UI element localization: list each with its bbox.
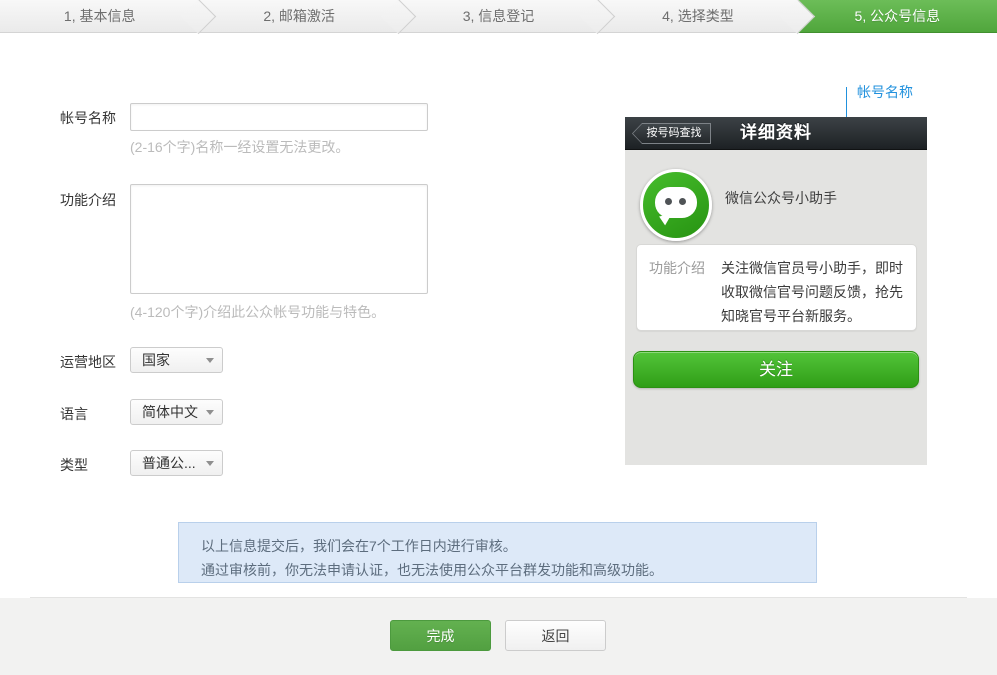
step-label: 1, 基本信息 <box>0 0 199 32</box>
step-label: 4, 选择类型 <box>598 0 797 32</box>
preview-intro-label: 功能介绍 <box>649 256 711 330</box>
type-dropdown[interactable]: 普通公... <box>130 450 223 476</box>
step-bar: 1, 基本信息 2, 邮箱激活 3, 信息登记 4, 选择类型 5, 公众号信息 <box>0 0 997 33</box>
language-label: 语言 <box>60 404 88 424</box>
preview-intro-text: 关注微信官员号小助手，即时收取微信官号问题反馈，抢先知晓官号平台新服务。 <box>721 256 906 330</box>
chevron-down-icon <box>206 358 214 363</box>
step-2-email-activation: 2, 邮箱激活 <box>199 0 398 33</box>
step-4-choose-type: 4, 选择类型 <box>598 0 797 33</box>
bubble-eye-icon <box>665 198 672 205</box>
chevron-down-icon <box>206 410 214 415</box>
step-1-basic-info: 1, 基本信息 <box>0 0 199 33</box>
account-name-label: 帐号名称 <box>60 108 116 128</box>
bubble-tail <box>659 214 674 226</box>
registration-page: 1, 基本信息 2, 邮箱激活 3, 信息登记 4, 选择类型 5, 公众号信息… <box>0 0 997 675</box>
type-label: 类型 <box>60 455 88 475</box>
intro-textarea[interactable] <box>130 184 428 294</box>
preview-account-name: 微信公众号小助手 <box>725 188 837 208</box>
notice-line-1: 以上信息提交后，我们会在7个工作日内进行审核。 <box>201 534 816 558</box>
finish-button[interactable]: 完成 <box>390 620 491 651</box>
step-label: 2, 邮箱激活 <box>199 0 398 32</box>
intro-label: 功能介绍 <box>60 190 116 210</box>
footer: 完成 返回 <box>0 598 997 675</box>
step-5-account-info: 5, 公众号信息 <box>798 0 997 33</box>
chat-bubble-icon <box>655 187 697 218</box>
intro-hint: (4-120个字)介绍此公众帐号功能与特色。 <box>130 302 385 322</box>
profile-preview-panel: 按号码查找 详细资料 微信公众号小助手 功能介绍 关注微信官员号小助手，即时收取… <box>625 117 927 465</box>
notice-line-2: 通过审核前，你无法申请认证，也无法使用公众平台群发功能和高级功能。 <box>201 558 816 582</box>
preview-navbar: 按号码查找 详细资料 <box>625 117 927 150</box>
review-notice-box: 以上信息提交后，我们会在7个工作日内进行审核。 通过审核前，你无法申请认证，也无… <box>178 522 817 583</box>
bubble-eye-icon <box>679 198 686 205</box>
language-dropdown[interactable]: 简体中文 <box>130 399 223 425</box>
step-label: 5, 公众号信息 <box>798 0 997 32</box>
callout-account-name-label: 帐号名称 <box>857 82 913 102</box>
wechat-avatar-icon <box>640 169 712 241</box>
preview-intro-box: 功能介绍 关注微信官员号小助手，即时收取微信官号问题反馈，抢先知晓官号平台新服务… <box>636 244 917 331</box>
account-name-input[interactable] <box>130 103 428 131</box>
region-label: 运营地区 <box>60 352 116 372</box>
account-name-hint: (2-16个字)名称一经设置无法更改。 <box>130 137 349 157</box>
step-label: 3, 信息登记 <box>399 0 598 32</box>
preview-follow-button: 关注 <box>633 351 919 388</box>
chevron-down-icon <box>206 461 214 466</box>
return-button[interactable]: 返回 <box>505 620 606 651</box>
region-dropdown[interactable]: 国家 <box>130 347 223 373</box>
step-3-info-registration: 3, 信息登记 <box>399 0 598 33</box>
preview-title: 详细资料 <box>625 117 927 150</box>
